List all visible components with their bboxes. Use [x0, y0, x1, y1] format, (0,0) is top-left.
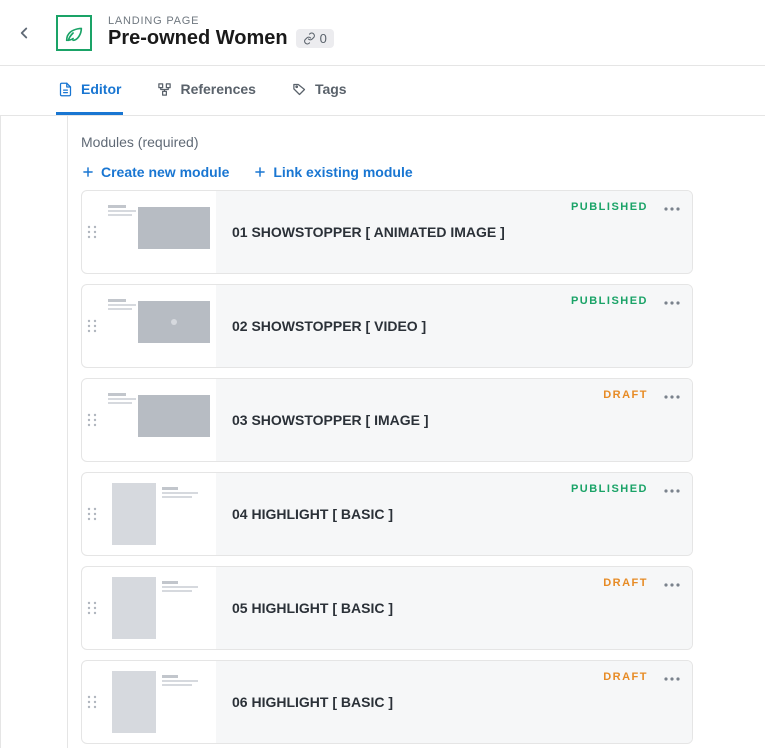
module-body: 02 SHOWSTOPPER [ VIDEO ] PUBLISHED	[216, 285, 692, 367]
more-icon	[664, 395, 680, 399]
module-title: 03 SHOWSTOPPER [ IMAGE ]	[232, 412, 429, 428]
more-button[interactable]	[660, 479, 684, 503]
status-badge: PUBLISHED	[571, 201, 648, 213]
module-body: 05 HIGHLIGHT [ BASIC ] DRAFT	[216, 567, 692, 649]
module-body: 01 SHOWSTOPPER [ ANIMATED IMAGE ] PUBLIS…	[216, 191, 692, 273]
more-button[interactable]	[660, 197, 684, 221]
plus-icon	[81, 165, 95, 179]
tab-tags[interactable]: Tags	[290, 66, 349, 115]
module-card[interactable]: 03 SHOWSTOPPER [ IMAGE ] DRAFT	[81, 378, 693, 462]
module-thumbnail	[104, 665, 212, 739]
link-module-button[interactable]: Link existing module	[253, 164, 412, 180]
thumb-wrapper	[100, 473, 216, 555]
drag-handle[interactable]	[82, 285, 100, 367]
module-list: 01 SHOWSTOPPER [ ANIMATED IMAGE ] PUBLIS…	[69, 190, 765, 744]
tab-label: Editor	[81, 81, 121, 97]
more-icon	[664, 489, 680, 493]
action-label: Create new module	[101, 164, 229, 180]
module-thumbnail	[104, 383, 212, 457]
status-badge: PUBLISHED	[571, 483, 648, 495]
module-card[interactable]: 05 HIGHLIGHT [ BASIC ] DRAFT	[81, 566, 693, 650]
page-type-icon	[56, 15, 92, 51]
module-title: 04 HIGHLIGHT [ BASIC ]	[232, 506, 393, 522]
more-button[interactable]	[660, 667, 684, 691]
status-badge: DRAFT	[603, 389, 648, 401]
module-body: 04 HIGHLIGHT [ BASIC ] PUBLISHED	[216, 473, 692, 555]
back-button[interactable]	[4, 13, 44, 53]
drag-icon	[87, 601, 97, 615]
thumb-wrapper	[100, 191, 216, 273]
thumb-wrapper	[100, 285, 216, 367]
more-button[interactable]	[660, 573, 684, 597]
module-body: 03 SHOWSTOPPER [ IMAGE ] DRAFT	[216, 379, 692, 461]
module-thumbnail	[104, 289, 212, 363]
drag-handle[interactable]	[82, 473, 100, 555]
tag-icon	[292, 82, 307, 97]
drag-handle[interactable]	[82, 661, 100, 743]
section-label: Modules (required)	[81, 134, 765, 150]
tabs: Editor References Tags	[0, 66, 765, 116]
module-thumbnail	[104, 477, 212, 551]
status-badge: PUBLISHED	[571, 295, 648, 307]
drag-icon	[87, 413, 97, 427]
drag-handle[interactable]	[82, 567, 100, 649]
more-icon	[664, 677, 680, 681]
module-actions: Create new module Link existing module	[81, 164, 765, 180]
more-icon	[664, 207, 680, 211]
link-count: 0	[320, 31, 327, 46]
title-block: LANDING PAGE Pre-owned Women 0	[108, 15, 334, 50]
module-title: 06 HIGHLIGHT [ BASIC ]	[232, 694, 393, 710]
more-button[interactable]	[660, 291, 684, 315]
module-card[interactable]: 02 SHOWSTOPPER [ VIDEO ] PUBLISHED	[81, 284, 693, 368]
module-title: 02 SHOWSTOPPER [ VIDEO ]	[232, 318, 426, 334]
page-title: Pre-owned Women	[108, 27, 288, 50]
thumb-wrapper	[100, 567, 216, 649]
status-badge: DRAFT	[603, 671, 648, 683]
drag-icon	[87, 225, 97, 239]
content-area: Modules (required) Create new module Lin…	[0, 116, 765, 748]
document-icon	[58, 82, 73, 97]
status-badge: DRAFT	[603, 577, 648, 589]
module-card[interactable]: 04 HIGHLIGHT [ BASIC ] PUBLISHED	[81, 472, 693, 556]
drag-handle[interactable]	[82, 379, 100, 461]
drag-icon	[87, 507, 97, 521]
module-card[interactable]: 06 HIGHLIGHT [ BASIC ] DRAFT	[81, 660, 693, 744]
tab-references[interactable]: References	[155, 66, 258, 115]
tab-editor[interactable]: Editor	[56, 66, 123, 115]
module-title: 01 SHOWSTOPPER [ ANIMATED IMAGE ]	[232, 224, 505, 240]
link-icon	[303, 32, 316, 45]
drag-icon	[87, 319, 97, 333]
module-thumbnail	[104, 195, 212, 269]
more-icon	[664, 301, 680, 305]
link-count-pill[interactable]: 0	[296, 29, 334, 48]
chevron-left-icon	[15, 24, 33, 42]
topbar: LANDING PAGE Pre-owned Women 0	[0, 0, 765, 66]
create-module-button[interactable]: Create new module	[81, 164, 229, 180]
drag-icon	[87, 695, 97, 709]
action-label: Link existing module	[273, 164, 412, 180]
tab-label: References	[180, 81, 256, 97]
module-card[interactable]: 01 SHOWSTOPPER [ ANIMATED IMAGE ] PUBLIS…	[81, 190, 693, 274]
thumb-wrapper	[100, 661, 216, 743]
drag-handle[interactable]	[82, 191, 100, 273]
module-body: 06 HIGHLIGHT [ BASIC ] DRAFT	[216, 661, 692, 743]
module-title: 05 HIGHLIGHT [ BASIC ]	[232, 600, 393, 616]
references-icon	[157, 82, 172, 97]
plus-icon	[253, 165, 267, 179]
page-eyebrow: LANDING PAGE	[108, 15, 334, 27]
thumb-wrapper	[100, 379, 216, 461]
more-icon	[664, 583, 680, 587]
more-button[interactable]	[660, 385, 684, 409]
tab-label: Tags	[315, 81, 347, 97]
module-thumbnail	[104, 571, 212, 645]
leaf-icon	[63, 22, 85, 44]
